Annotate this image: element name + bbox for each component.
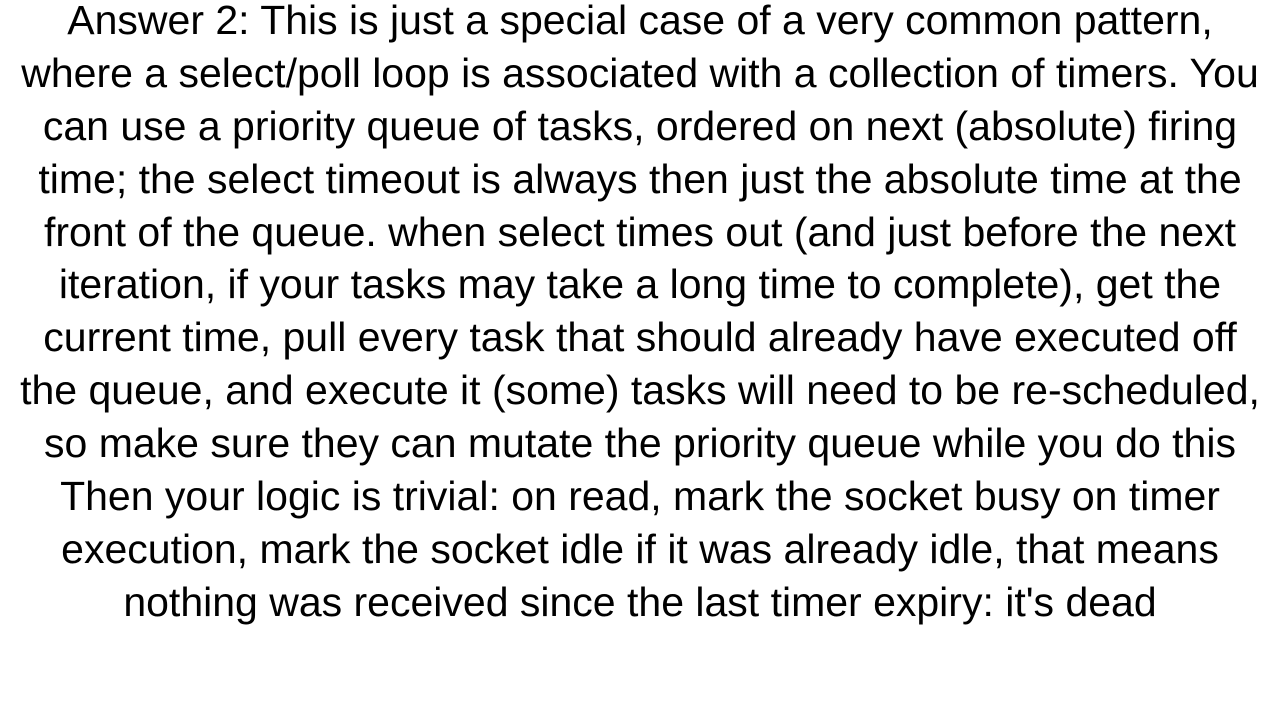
answer-text: Answer 2: This is just a special case of… [16, 0, 1264, 629]
document-page: Answer 2: This is just a special case of… [0, 0, 1280, 720]
